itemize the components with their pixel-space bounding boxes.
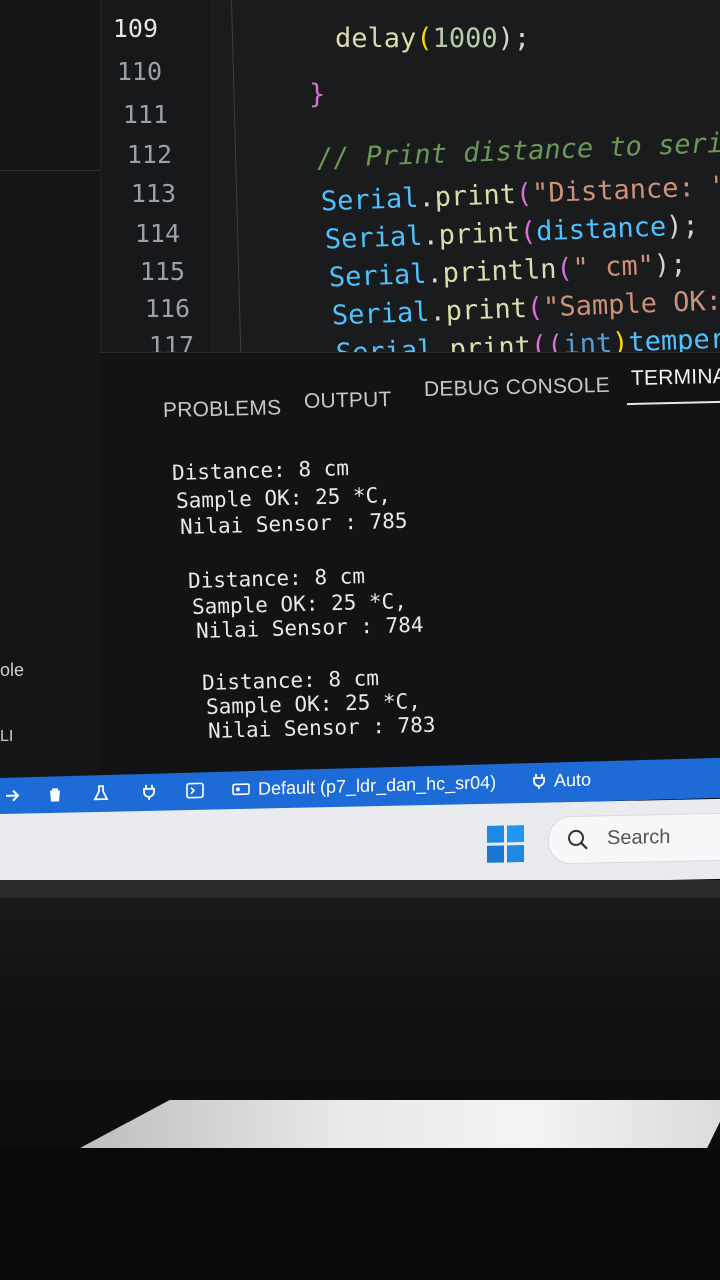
tab-problems[interactable]: PROBLEMS [163, 396, 282, 423]
plug-icon [533, 773, 545, 789]
terminal-icon[interactable] [186, 781, 204, 800]
code-editor[interactable]: 109 110 111 112 113 114 115 116 117 dela… [0, 0, 720, 380]
taskbar-search[interactable]: Search [548, 812, 720, 865]
line-number: 111 [122, 100, 168, 129]
side-panel: ole LI [0, 0, 101, 780]
code-token: } [309, 79, 326, 110]
terminal-line: Nilai Sensor : 784 [195, 612, 424, 643]
code-token: ); [497, 23, 531, 54]
monitor-edge [0, 880, 720, 898]
side-panel-label[interactable]: LI [0, 728, 13, 746]
search-icon [568, 829, 588, 850]
flask-icon[interactable] [92, 784, 110, 803]
terminal-line: Nilai Sensor : 785 [179, 508, 408, 539]
bottom-panel: PROBLEMS OUTPUT DEBUG CONSOLE TERMINA Di… [100, 352, 720, 783]
terminal-line: Sample OK: 25 *C, [175, 483, 392, 513]
port-selector[interactable]: Auto [554, 769, 591, 791]
plug-icon[interactable] [140, 783, 158, 802]
line-number: 116 [144, 294, 190, 323]
desk-surface [0, 1148, 720, 1280]
arrow-right-icon[interactable] [4, 786, 22, 805]
light-reflection [80, 1100, 720, 1148]
line-number: 113 [130, 179, 176, 208]
tab-output[interactable]: OUTPUT [304, 388, 392, 414]
project-environment[interactable]: Default (p7_ldr_dan_hc_sr04) [258, 772, 496, 800]
indent-guide [231, 0, 242, 380]
line-number: 112 [126, 140, 172, 169]
code-token: 1000 [432, 23, 498, 54]
code-token: ( [416, 23, 433, 54]
divider [0, 170, 100, 171]
windows-start-icon[interactable] [487, 825, 525, 864]
terminal-line: Nilai Sensor : 783 [207, 712, 436, 743]
line-number: 114 [134, 219, 180, 248]
line-number: 115 [139, 257, 185, 286]
side-panel-label[interactable]: ole [0, 660, 24, 681]
device-icon [232, 783, 250, 796]
code-token: delay [335, 23, 417, 54]
trash-icon[interactable] [46, 785, 64, 804]
tab-terminal[interactable]: TERMINA [631, 365, 720, 391]
search-label: Search [607, 825, 671, 850]
panel-tabs: PROBLEMS OUTPUT DEBUG CONSOLE TERMINA [100, 353, 720, 433]
tab-debug-console[interactable]: DEBUG CONSOLE [424, 374, 610, 402]
active-tab-indicator [626, 400, 720, 406]
terminal-line: Distance: 8 cm [187, 564, 366, 593]
terminal-line: Distance: 8 cm [171, 456, 350, 485]
line-number: 110 [116, 57, 162, 86]
